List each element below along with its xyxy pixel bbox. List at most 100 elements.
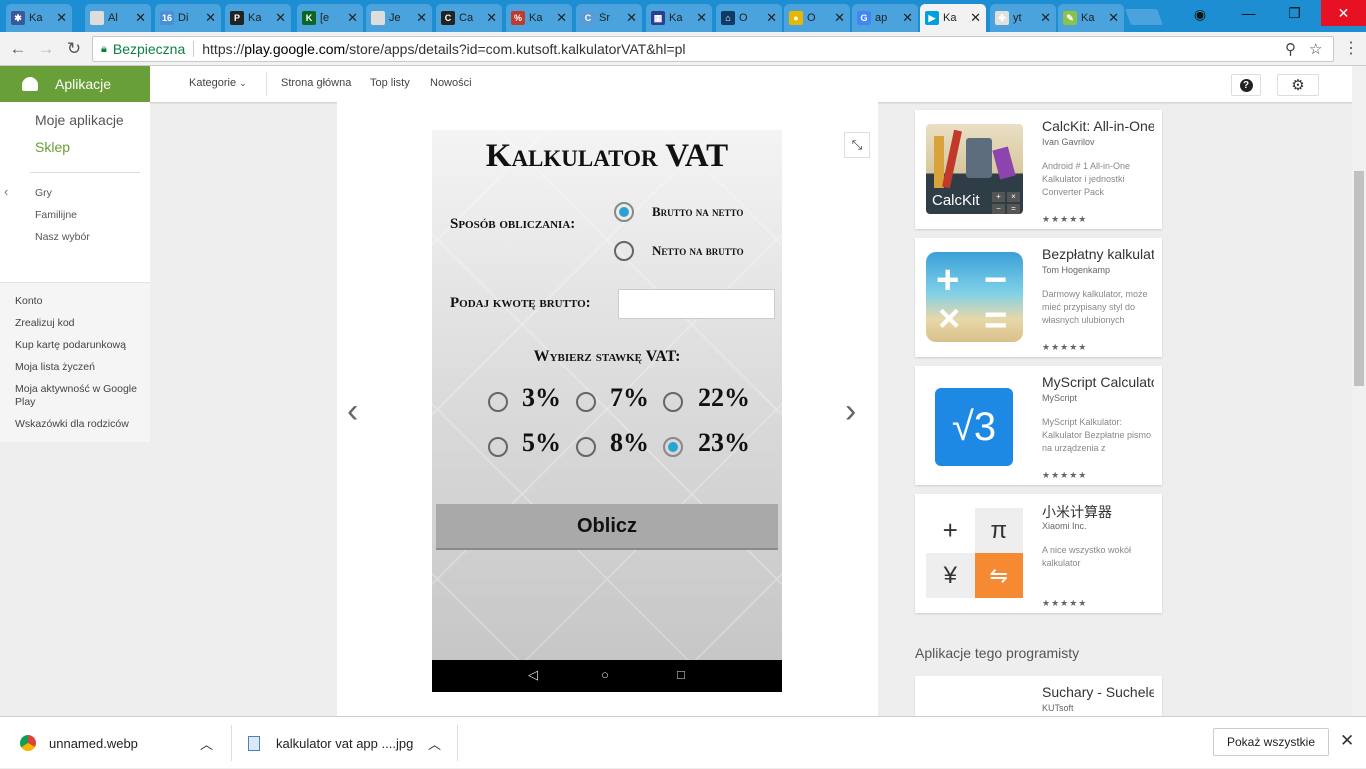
link-redeem[interactable]: Zrealizuj kod <box>15 317 145 330</box>
browser-tab[interactable]: Al ✕ <box>85 4 151 32</box>
nav-home[interactable]: Strona główna <box>281 77 351 89</box>
tab-close-icon[interactable]: ✕ <box>766 10 777 26</box>
browser-tab[interactable]: ✤ yt ✕ <box>990 4 1056 32</box>
settings-button[interactable]: ⚙ <box>1277 74 1319 96</box>
link-activity[interactable]: Moja aktywność w Google Play <box>15 383 145 409</box>
link-account[interactable]: Konto <box>15 295 145 308</box>
tab-close-icon[interactable]: ✕ <box>486 10 497 26</box>
chevron-left-icon[interactable]: ‹ <box>4 184 8 199</box>
card-developer[interactable]: MyScript <box>1042 393 1077 403</box>
tab-close-icon[interactable]: ✕ <box>135 10 146 26</box>
browser-tab[interactable]: ✎ Ka ✕ <box>1058 4 1124 32</box>
bookmark-star-icon[interactable]: ☆ <box>1309 40 1322 58</box>
card-title[interactable]: CalcKit: All-in-One <box>1042 118 1154 134</box>
next-screenshot-icon[interactable]: › <box>845 392 856 431</box>
profile-icon[interactable]: ◉ <box>1190 4 1210 24</box>
back-button[interactable]: ← <box>6 37 30 61</box>
radio-netto-brutto[interactable] <box>614 241 634 261</box>
browser-tab[interactable]: ● O ✕ <box>784 4 850 32</box>
tab-close-icon[interactable]: ✕ <box>626 10 637 26</box>
similar-app-card[interactable]: + − × = Bezpłatny kalkulator Tom Hogenka… <box>915 238 1162 357</box>
collapse-icon[interactable]: ⤡ <box>844 132 870 158</box>
sidebar-store[interactable]: Sklep <box>35 139 70 155</box>
radio-rate-22[interactable] <box>663 392 683 412</box>
similar-app-card[interactable]: √3 MyScript Calculator MyScript MyScript… <box>915 366 1162 485</box>
radio-brutto-netto[interactable] <box>614 202 634 222</box>
card-title[interactable]: MyScript Calculator <box>1042 374 1154 390</box>
page-scrollbar[interactable] <box>1352 66 1366 716</box>
restore-button[interactable]: ❐ <box>1272 0 1317 26</box>
card-title[interactable]: Suchary - Suchele <box>1042 684 1154 700</box>
download-divider <box>231 725 232 761</box>
help-button[interactable]: ? <box>1231 74 1261 96</box>
forward-button[interactable]: → <box>34 37 58 61</box>
window-close-button[interactable]: ✕ <box>1321 0 1366 26</box>
developer-app-card[interactable]: Suchary - Suchele KUTsoft <box>915 676 1162 716</box>
card-title[interactable]: 小米计算器 <box>1042 502 1154 522</box>
card-developer[interactable]: Xiaomi Inc. <box>1042 521 1087 531</box>
browser-tab[interactable]: 16 Di ✕ <box>155 4 221 32</box>
nav-new-releases[interactable]: Nowości <box>430 77 472 89</box>
radio-rate-5[interactable] <box>488 437 508 457</box>
browser-tab[interactable]: Je ✕ <box>366 4 432 32</box>
radio-rate-3[interactable] <box>488 392 508 412</box>
browser-tab[interactable]: P Ka ✕ <box>225 4 291 32</box>
tab-close-icon[interactable]: ✕ <box>347 10 358 26</box>
browser-tab[interactable]: ▶ Ka ✕ <box>920 4 986 32</box>
apps-tab[interactable]: Aplikacje <box>0 66 150 102</box>
reload-button[interactable]: ↻ <box>62 37 86 61</box>
amount-input[interactable] <box>618 289 775 319</box>
similar-app-card[interactable]: + π ¥ ⇋ 小米计算器 Xiaomi Inc. A nice wszystk… <box>915 494 1162 613</box>
browser-tab[interactable]: ▦ Ka ✕ <box>646 4 712 32</box>
tab-close-icon[interactable]: ✕ <box>275 10 286 26</box>
url-bar[interactable]: 🔒︎ Bezpieczna https://play.google.com/st… <box>92 36 1334 62</box>
scrollbar-thumb[interactable] <box>1354 171 1364 386</box>
chevron-up-icon[interactable]: ︿ <box>200 734 213 753</box>
tab-close-icon[interactable]: ✕ <box>1108 10 1119 26</box>
link-wishlist[interactable]: Moja lista życzeń <box>15 361 145 374</box>
browser-tab[interactable]: Gap ✕ <box>852 4 918 32</box>
tab-close-icon[interactable]: ✕ <box>902 10 913 26</box>
previous-screenshot-icon[interactable]: ‹ <box>347 392 358 431</box>
sidebar-item-family[interactable]: Familijne <box>35 209 77 221</box>
new-tab-button[interactable] <box>1125 9 1163 25</box>
show-all-downloads-button[interactable]: Pokaż wszystkie <box>1213 728 1329 756</box>
radio-rate-8[interactable] <box>576 437 596 457</box>
chevron-up-icon[interactable]: ︿ <box>428 734 441 753</box>
link-gift-card[interactable]: Kup kartę podarunkową <box>15 339 145 352</box>
tab-close-icon[interactable]: ✕ <box>556 10 567 26</box>
sidebar-my-apps[interactable]: Moje aplikacje <box>35 112 124 128</box>
tab-close-icon[interactable]: ✕ <box>56 10 67 26</box>
tab-close-icon[interactable]: ✕ <box>1040 10 1051 26</box>
minimize-button[interactable]: — <box>1226 0 1271 26</box>
browser-tab[interactable]: % Ka ✕ <box>506 4 572 32</box>
download-item[interactable]: kalkulator vat app ....jpg ︿ <box>248 717 448 769</box>
card-developer[interactable]: Tom Hogenkamp <box>1042 265 1110 275</box>
tab-close-icon[interactable]: ✕ <box>834 10 845 26</box>
link-parent-guide[interactable]: Wskazówki dla rodziców <box>15 418 145 431</box>
sidebar-item-games[interactable]: Gry <box>35 187 52 199</box>
tab-close-icon[interactable]: ✕ <box>970 10 981 26</box>
zoom-search-icon[interactable]: ⚲ <box>1285 40 1296 58</box>
tab-close-icon[interactable]: ✕ <box>416 10 427 26</box>
browser-tab[interactable]: C Ca ✕ <box>436 4 502 32</box>
card-developer[interactable]: Ivan Gavrilov <box>1042 137 1095 147</box>
close-icon[interactable]: ✕ <box>1340 731 1354 751</box>
browser-tab[interactable]: K [e ✕ <box>297 4 363 32</box>
similar-app-card[interactable]: CalcKit + × − = CalcKit: All-in-One Ivan Ga… <box>915 110 1162 229</box>
card-title[interactable]: Bezpłatny kalkulator <box>1042 246 1154 262</box>
browser-tab[interactable]: ✱ Ka ✕ <box>6 4 72 32</box>
browser-tab[interactable]: ⌂ O ✕ <box>716 4 782 32</box>
tab-close-icon[interactable]: ✕ <box>205 10 216 26</box>
browser-tab[interactable]: C Śr ✕ <box>576 4 642 32</box>
download-item[interactable]: unnamed.webp ︿ <box>20 717 220 769</box>
menu-kebab-icon[interactable]: ⋮ <box>1343 38 1359 58</box>
tab-close-icon[interactable]: ✕ <box>696 10 707 26</box>
categories-dropdown[interactable]: Kategorie ⌄ <box>189 77 247 89</box>
nav-top-charts[interactable]: Top listy <box>370 77 410 89</box>
radio-rate-23[interactable] <box>663 437 683 457</box>
radio-rate-7[interactable] <box>576 392 596 412</box>
card-developer[interactable]: KUTsoft <box>1042 703 1074 713</box>
calculate-button[interactable]: Oblicz <box>436 504 778 550</box>
sidebar-item-editors-choice[interactable]: Nasz wybór <box>35 231 90 243</box>
